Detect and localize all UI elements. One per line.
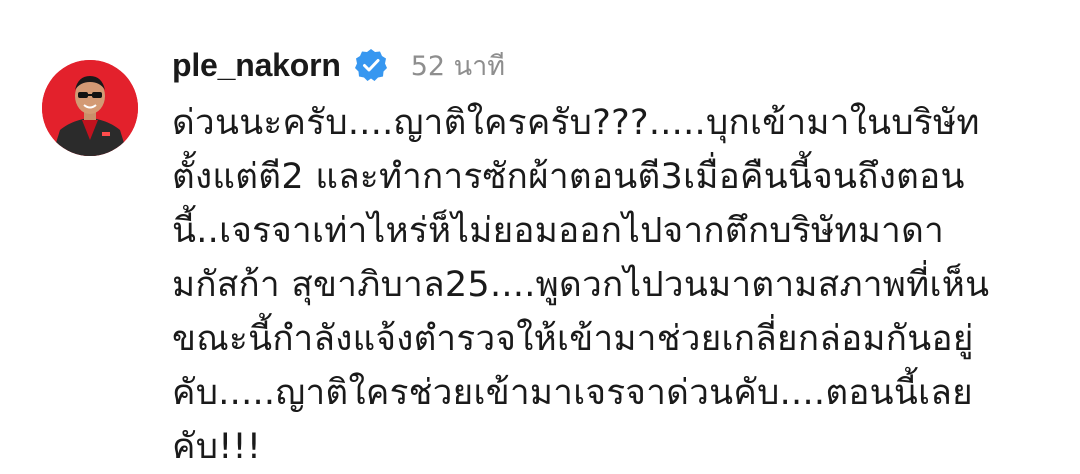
username[interactable]: ple_nakorn [172,47,341,84]
timestamp: 52 นาที [410,50,506,82]
comment-line: ตั้งแต่ตี2 และทำการซักผ้าตอนตี3เมื่อคืนน… [172,157,965,197]
comment-line: มกัสก้า สุขาภิบาล25....พูดวกไปวนมาตามสภา… [172,265,990,305]
comment-line: ด่วนนะครับ....ญาติใครครับ???.....บุกเข้า… [172,103,980,143]
comment-line: นี้..เจรจาเท่าไหร่ห็ไม่ยอมออกไปจากตึกบริ… [172,211,945,251]
avatar-image [42,60,138,156]
comment-line: คับ.....ญาติใครช่วยเข้ามาเจรจาด่วนคับ...… [172,373,973,413]
comment-header: ple_nakorn 52 นาที [172,40,505,90]
comment-line: คับ!!! [172,427,262,467]
avatar[interactable] [42,60,138,156]
comment-text: ด่วนนะครับ....ญาติใครครับ???.....บุกเข้า… [172,96,1052,474]
comment-line: ขณะนี้กำลังแจ้งตำรวจให้เข้ามาช่วยเกลี่ยก… [172,319,974,359]
verified-badge-icon [353,47,389,83]
comment: ple_nakorn 52 นาที ด่วนนะครับ....ญาติใคร… [0,0,1080,467]
